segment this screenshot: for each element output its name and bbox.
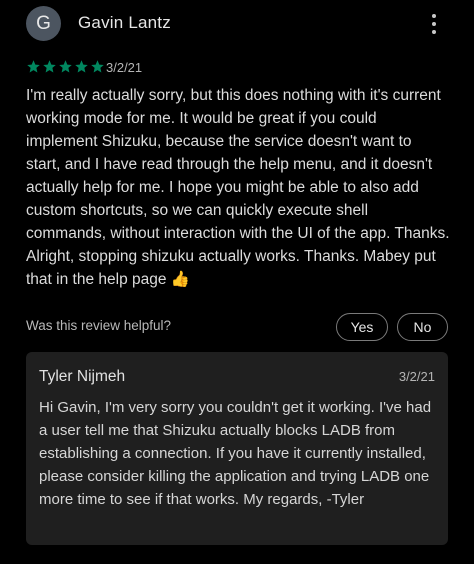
reply-author-name: Tyler Nijmeh <box>39 368 126 385</box>
star-icon <box>26 59 41 74</box>
reply-date: 3/2/21 <box>398 369 435 384</box>
star-icon <box>58 59 73 74</box>
review-author-name: Gavin Lantz <box>78 13 171 32</box>
developer-reply: Tyler Nijmeh 3/2/21 Hi Gavin, I'm very s… <box>26 352 448 545</box>
more-options-icon[interactable] <box>426 12 442 36</box>
review-text: I'm really actually sorry, but this does… <box>26 87 450 288</box>
helpful-no-button[interactable]: No <box>397 313 448 341</box>
review-date: 3/2/21 <box>106 60 143 75</box>
star-icon <box>42 59 57 74</box>
reply-text: Hi Gavin, I'm very sorry you couldn't ge… <box>39 399 432 508</box>
star-icon <box>90 59 105 74</box>
avatar[interactable]: G <box>26 6 61 41</box>
helpful-yes-button[interactable]: Yes <box>336 313 388 341</box>
review-card: G Gavin Lantz 3/2/21 I'm really actually… <box>0 0 474 564</box>
helpful-question: Was this review helpful? <box>26 318 172 333</box>
star-icon <box>74 59 89 74</box>
star-rating <box>26 59 106 75</box>
